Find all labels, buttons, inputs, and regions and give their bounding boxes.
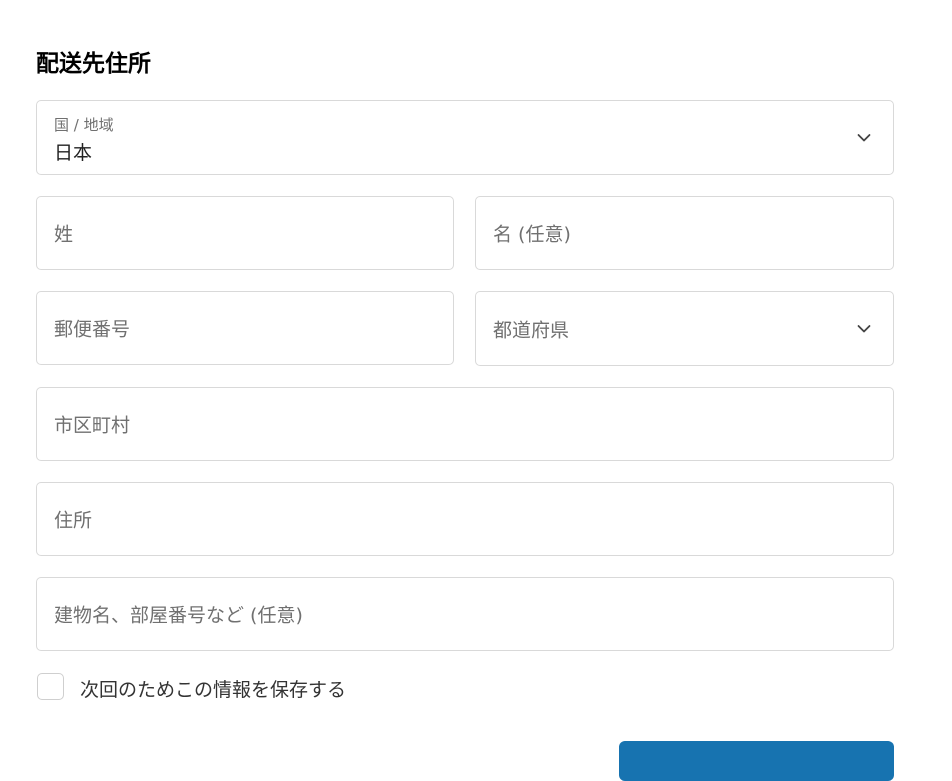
building-placeholder: 建物名、部屋番号など (任意) — [54, 604, 303, 627]
city-placeholder: 市区町村 — [54, 414, 131, 437]
address-placeholder: 住所 — [54, 509, 93, 532]
last-name-placeholder: 姓 — [54, 223, 74, 246]
postal-code-field[interactable]: 郵便番号 — [36, 291, 454, 365]
country-label: 国 / 地域 — [54, 116, 114, 134]
chevron-down-icon — [857, 133, 871, 141]
prefecture-placeholder: 都道府県 — [493, 319, 570, 341]
chevron-down-icon — [857, 324, 871, 332]
save-info-label[interactable]: 次回のためこの情報を保存する — [80, 675, 346, 702]
building-field[interactable]: 建物名、部屋番号など (任意) — [36, 577, 894, 651]
country-select[interactable]: 国 / 地域 日本 — [36, 100, 894, 175]
city-field[interactable]: 市区町村 — [36, 387, 894, 461]
country-value: 日本 — [54, 142, 93, 164]
save-info-checkbox[interactable] — [37, 673, 64, 700]
address-field[interactable]: 住所 — [36, 482, 894, 556]
postal-code-placeholder: 郵便番号 — [54, 318, 131, 341]
continue-button[interactable] — [619, 741, 894, 781]
last-name-field[interactable]: 姓 — [36, 196, 454, 270]
prefecture-select[interactable]: 都道府県 — [475, 291, 894, 366]
first-name-placeholder: 名 (任意) — [493, 223, 571, 246]
section-title: 配送先住所 — [36, 51, 151, 77]
first-name-field[interactable]: 名 (任意) — [475, 196, 894, 270]
